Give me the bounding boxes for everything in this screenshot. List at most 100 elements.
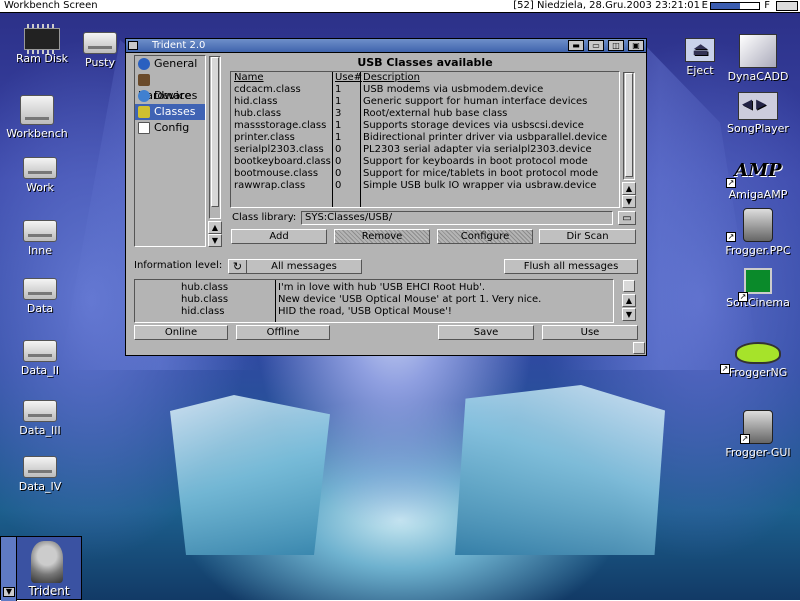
icon-dynacadd[interactable]: DynaCADD bbox=[718, 34, 798, 83]
flush-all-messages-button[interactable]: Flush all messages bbox=[504, 259, 638, 274]
table-cell[interactable]: bootmouse.class bbox=[231, 168, 332, 180]
table-cell[interactable]: Root/external hub base class bbox=[360, 108, 618, 120]
icon-data[interactable]: Data bbox=[0, 278, 80, 315]
icon-frogger-ppc[interactable]: Frogger.PPC ↗ bbox=[718, 208, 798, 257]
section-list-scrollbar[interactable]: ▲ ▼ bbox=[208, 55, 222, 247]
table-cell[interactable]: cdcacm.class bbox=[231, 84, 332, 96]
table-cell[interactable]: 1 bbox=[332, 132, 360, 144]
icon-songplayer[interactable]: SongPlayer bbox=[718, 92, 798, 135]
icon-froggerng[interactable]: FroggerNG ↗ bbox=[718, 342, 798, 379]
resize-gadget[interactable] bbox=[633, 342, 645, 354]
speaker-icon bbox=[738, 92, 778, 120]
close-gadget[interactable] bbox=[128, 41, 138, 50]
table-cell[interactable]: 0 bbox=[332, 144, 360, 156]
scroll-knob[interactable] bbox=[211, 57, 219, 207]
class-library-input[interactable]: SYS:Classes/USB/ bbox=[301, 211, 613, 225]
table-cell[interactable]: printer.class bbox=[231, 132, 332, 144]
scroll-down-arrow-icon[interactable]: ▼ bbox=[208, 234, 222, 247]
scroll-up-arrow-icon[interactable]: ▲ bbox=[622, 182, 636, 195]
log-source: hub.class bbox=[181, 282, 229, 293]
table-cell[interactable]: Bidirectional printer driver via usbpara… bbox=[360, 132, 618, 144]
table-cell[interactable]: 0 bbox=[332, 168, 360, 180]
classes-scrollbar[interactable]: ▲ ▼ bbox=[622, 71, 636, 208]
icon-amigaamp[interactable]: AMP AmigaAMP ↗ bbox=[718, 160, 798, 201]
information-level-label: Information level: bbox=[134, 260, 223, 271]
sidebar-item-general[interactable]: General bbox=[135, 56, 205, 72]
sidebar-item-config[interactable]: Config bbox=[135, 120, 205, 136]
folder-icon[interactable]: ▭ bbox=[618, 211, 636, 225]
depth-front-gadget[interactable]: ▣ bbox=[628, 40, 644, 51]
online-button[interactable]: Online bbox=[134, 325, 228, 340]
table-cell[interactable]: Generic support for human interface devi… bbox=[360, 96, 618, 108]
table-cell[interactable]: rawwrap.class bbox=[231, 180, 332, 192]
chevron-down-icon[interactable]: ▼ bbox=[3, 587, 15, 597]
save-button[interactable]: Save bbox=[438, 325, 534, 340]
depth-gadget[interactable]: ◫ bbox=[608, 40, 624, 51]
message-log[interactable]: hub.class I'm in love with hub 'USB EHCI… bbox=[134, 279, 614, 323]
column-header-use[interactable]: Use# bbox=[332, 72, 362, 84]
column-header-name[interactable]: Name bbox=[231, 72, 332, 84]
section-list: General Hardware Devices Classes Config bbox=[134, 55, 206, 247]
table-cell[interactable]: PL2303 serial adapter via serialpl2303.d… bbox=[360, 144, 618, 156]
table-cell[interactable]: 0 bbox=[332, 156, 360, 168]
eject-icon bbox=[685, 38, 715, 62]
table-cell[interactable]: Supports storage devices via usbscsi.dev… bbox=[360, 120, 618, 132]
column-header-description[interactable]: Description bbox=[360, 72, 618, 84]
taskbar-label[interactable]: Trident bbox=[21, 584, 77, 598]
remove-button[interactable]: Remove bbox=[334, 229, 430, 244]
sidebar-item-devices[interactable]: Devices bbox=[135, 88, 205, 104]
scroll-down-arrow-icon[interactable]: ▼ bbox=[622, 195, 636, 208]
configure-button[interactable]: Configure bbox=[437, 229, 533, 244]
icon-label: Data_III bbox=[19, 424, 61, 437]
icon-label: Data_IV bbox=[18, 480, 62, 493]
scroll-knob[interactable] bbox=[623, 280, 635, 292]
table-cell[interactable]: bootkeyboard.class bbox=[231, 156, 332, 168]
sidebar-item-classes[interactable]: Classes bbox=[135, 104, 205, 120]
sidebar-item-hardware[interactable]: Hardware bbox=[135, 72, 205, 102]
icon-data-ii[interactable]: Data_II bbox=[0, 340, 80, 377]
dir-scan-button[interactable]: Dir Scan bbox=[539, 229, 636, 244]
sidebar-item-label: Devices bbox=[154, 89, 198, 102]
column-divider bbox=[275, 280, 276, 322]
scroll-knob[interactable] bbox=[625, 73, 633, 177]
offline-button[interactable]: Offline bbox=[236, 325, 330, 340]
full-label: F bbox=[764, 0, 770, 11]
window-title-bar[interactable]: Trident 2.0 ▬ ▭ ◫ ▣ bbox=[126, 39, 646, 53]
icon-data-iii[interactable]: Data_III bbox=[0, 400, 80, 437]
icon-work[interactable]: Work bbox=[0, 157, 80, 194]
table-cell[interactable]: 0 bbox=[332, 180, 360, 192]
table-cell[interactable]: 3 bbox=[332, 108, 360, 120]
screen-depth-gadget[interactable] bbox=[776, 1, 798, 11]
icon-workbench[interactable]: Workbench bbox=[0, 95, 77, 140]
table-cell[interactable]: 1 bbox=[332, 96, 360, 108]
iconify-gadget[interactable]: ▬ bbox=[568, 40, 584, 51]
icon-label: FroggerNG bbox=[728, 366, 788, 379]
table-cell[interactable]: hub.class bbox=[231, 108, 332, 120]
table-cell[interactable]: USB modems via usbmodem.device bbox=[360, 84, 618, 96]
class-library-label: Class library: bbox=[232, 212, 297, 223]
icon-data-iv[interactable]: Data_IV bbox=[0, 456, 80, 493]
table-cell[interactable]: hid.class bbox=[231, 96, 332, 108]
use-button[interactable]: Use bbox=[542, 325, 638, 340]
table-cell[interactable]: serialpl2303.class bbox=[231, 144, 332, 156]
table-cell[interactable]: Support for mice/tablets in boot protoco… bbox=[360, 168, 618, 180]
harddisk-icon bbox=[23, 220, 57, 242]
table-cell[interactable]: Simple USB bulk IO wrapper via usbraw.de… bbox=[360, 180, 618, 192]
icon-inne[interactable]: Inne bbox=[0, 220, 80, 257]
classes-list[interactable]: Name cdcacm.class hid.class hub.class ma… bbox=[230, 71, 620, 208]
scroll-up-arrow-icon[interactable]: ▲ bbox=[622, 294, 636, 307]
table-cell[interactable]: massstorage.class bbox=[231, 120, 332, 132]
scroll-down-arrow-icon[interactable]: ▼ bbox=[622, 308, 636, 321]
harddisk-icon bbox=[20, 95, 54, 125]
icon-frogger-gui[interactable]: Frogger-GUI ↗ bbox=[718, 410, 798, 459]
log-scrollbar[interactable]: ▲ ▼ bbox=[622, 279, 636, 323]
table-cell[interactable]: Support for keyboards in boot protocol m… bbox=[360, 156, 618, 168]
scroll-up-arrow-icon[interactable]: ▲ bbox=[208, 221, 222, 234]
information-level-cycle[interactable]: ↻ All messages bbox=[228, 259, 362, 274]
icon-softcinema[interactable]: SoftCinema ↗ bbox=[718, 268, 798, 309]
table-cell[interactable]: 1 bbox=[332, 84, 360, 96]
add-button[interactable]: Add bbox=[231, 229, 327, 244]
table-cell[interactable]: 1 bbox=[332, 120, 360, 132]
memory-gauge-fill bbox=[711, 3, 740, 9]
zoom-gadget[interactable]: ▭ bbox=[588, 40, 604, 51]
